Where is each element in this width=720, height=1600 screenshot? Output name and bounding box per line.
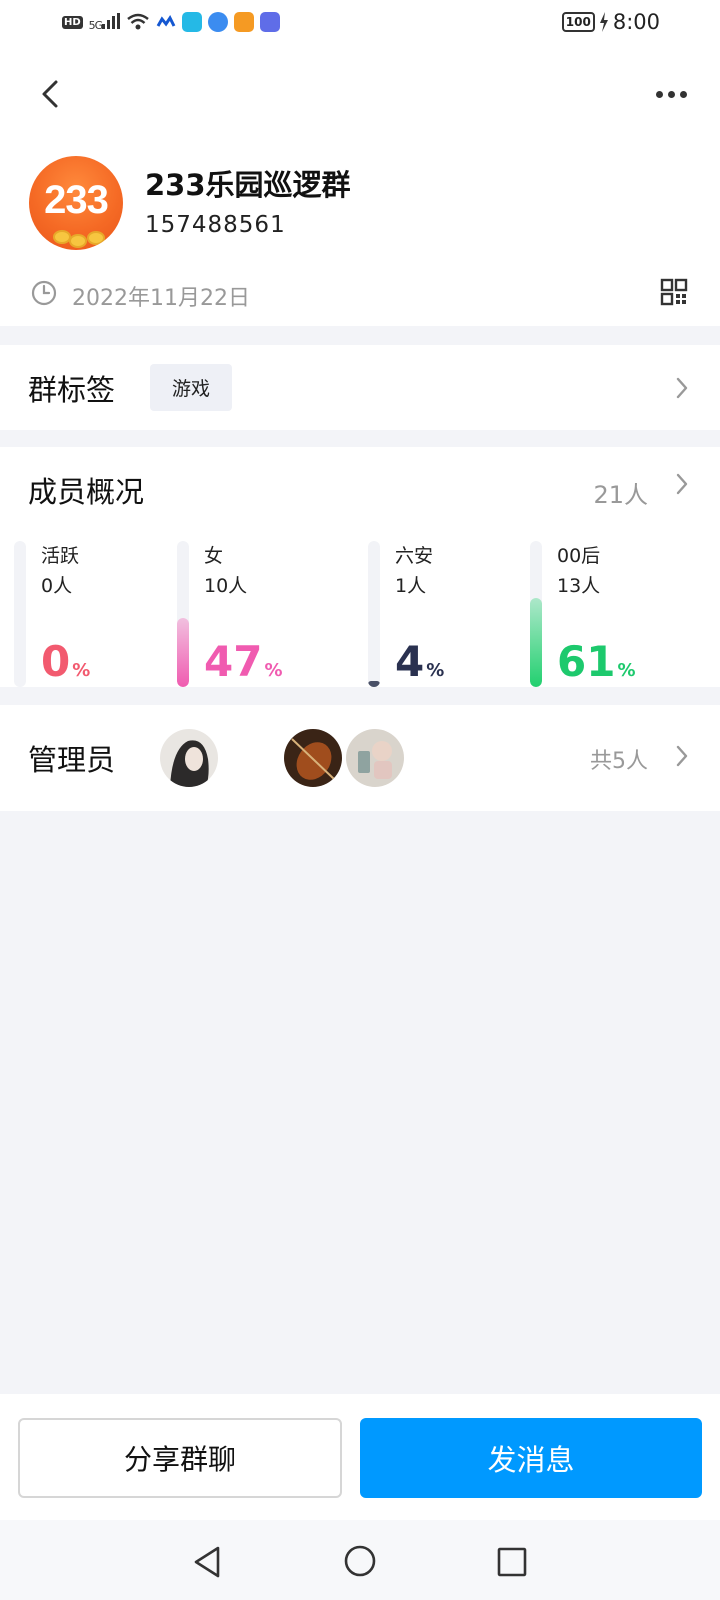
nav-recent-apps-icon[interactable] — [496, 1546, 528, 1578]
tag-chip: 游戏 — [150, 364, 232, 411]
stat-label: 00后 — [557, 545, 601, 567]
clock-icon — [31, 280, 57, 306]
more-options-button[interactable] — [656, 88, 690, 100]
clock-time: 8:00 — [612, 10, 660, 34]
chevron-right-icon — [676, 377, 688, 399]
stat-bar-track — [14, 541, 26, 687]
signal-bars-icon — [102, 12, 121, 29]
stat-label: 六安 — [395, 545, 434, 567]
created-date: 2022年11月22日 — [72, 286, 250, 311]
stat-bar-fill — [177, 618, 189, 687]
network-type: 5G — [88, 18, 103, 32]
status-bar: HD 5G 100 8:00 — [0, 0, 720, 50]
app-notif-icon-2 — [182, 12, 203, 32]
app-notif-icon-4 — [234, 12, 255, 32]
stat-percent: 0% — [41, 637, 90, 686]
charging-icon — [599, 12, 608, 32]
stat-location: 六安 1人 4% — [368, 541, 528, 687]
system-nav-bar — [0, 1520, 720, 1600]
coin-decoration — [87, 231, 105, 245]
signal-indicator: 5G — [88, 12, 121, 32]
group-tags-row[interactable]: 群标签 游戏 — [0, 345, 720, 430]
members-overview[interactable]: 成员概况 21人 活跃 0人 0% 女 10人 47% 六安 1人 4% 00后… — [0, 447, 720, 687]
stat-female: 女 10人 47% — [177, 541, 337, 687]
members-total: 21人 — [593, 481, 648, 509]
app-notif-icon-1 — [156, 12, 176, 32]
admins-row[interactable]: 管理员 共5人 — [0, 705, 720, 811]
more-dot — [656, 90, 663, 98]
send-message-button[interactable]: 发消息 — [360, 1418, 702, 1498]
stat-percent-sign: % — [426, 660, 445, 681]
stat-percent-value: 4 — [395, 637, 425, 686]
app-notif-icon-5 — [260, 12, 281, 32]
stat-bar-track — [177, 541, 189, 687]
chevron-right-icon — [676, 745, 688, 767]
stat-percent-sign: % — [72, 660, 91, 681]
stat-percent: 47% — [204, 637, 283, 686]
stat-bar-fill — [530, 598, 542, 687]
stat-count: 1人 — [395, 575, 427, 597]
stat-bar-track — [530, 541, 542, 687]
share-group-button[interactable]: 分享群聊 — [18, 1418, 342, 1498]
members-title: 成员概况 — [28, 475, 145, 509]
group-avatar[interactable]: 233 — [29, 156, 123, 250]
stat-percent-sign: % — [264, 660, 283, 681]
admin-avatar[interactable] — [346, 729, 404, 787]
qr-code-icon[interactable] — [660, 278, 688, 306]
stat-percent-value: 47 — [204, 637, 263, 686]
status-icons-left: HD 5G — [62, 12, 281, 32]
group-id: 157488561 — [145, 212, 286, 238]
bottom-action-bar: 分享群聊 发消息 — [0, 1394, 720, 1520]
admins-total: 共5人 — [590, 749, 648, 774]
group-name: 233乐园巡逻群 — [145, 168, 351, 202]
status-icons-right: 100 8:00 — [561, 10, 660, 34]
tags-title: 群标签 — [28, 373, 116, 407]
stat-percent: 4% — [395, 637, 444, 686]
stat-percent-value: 61 — [557, 637, 616, 686]
more-dot — [680, 90, 687, 98]
admin-avatar[interactable] — [284, 729, 342, 787]
admins-title: 管理员 — [28, 743, 116, 777]
avatar-logo-text: 233 — [44, 178, 109, 222]
chevron-right-icon — [676, 473, 688, 495]
coin-decoration — [69, 234, 87, 248]
back-button[interactable] — [36, 74, 66, 114]
stat-percent: 61% — [557, 637, 636, 686]
stat-count: 10人 — [204, 575, 248, 597]
stat-post00: 00后 13人 61% — [530, 541, 690, 687]
stat-active: 活跃 0人 0% — [14, 541, 174, 687]
wifi-icon — [126, 13, 150, 31]
app-notif-icon-3 — [208, 12, 229, 32]
nav-back-icon[interactable] — [190, 1544, 224, 1580]
stat-percent-value: 0 — [41, 637, 71, 686]
group-header: 233 233乐园巡逻群 157488561 2022年11月22日 — [0, 50, 720, 326]
nav-home-icon[interactable] — [343, 1544, 377, 1578]
battery-icon: 100 — [561, 12, 595, 32]
stat-label: 活跃 — [41, 545, 80, 567]
stat-count: 13人 — [557, 575, 601, 597]
stat-label: 女 — [204, 545, 224, 567]
back-arrow-icon — [42, 80, 58, 108]
admin-avatar[interactable] — [160, 729, 218, 787]
stat-count: 0人 — [41, 575, 73, 597]
hd-indicator: HD — [62, 15, 83, 29]
stat-percent-sign: % — [617, 660, 636, 681]
more-dot — [668, 90, 675, 98]
stat-bar-track — [368, 541, 380, 687]
stat-bar-fill — [368, 681, 380, 687]
